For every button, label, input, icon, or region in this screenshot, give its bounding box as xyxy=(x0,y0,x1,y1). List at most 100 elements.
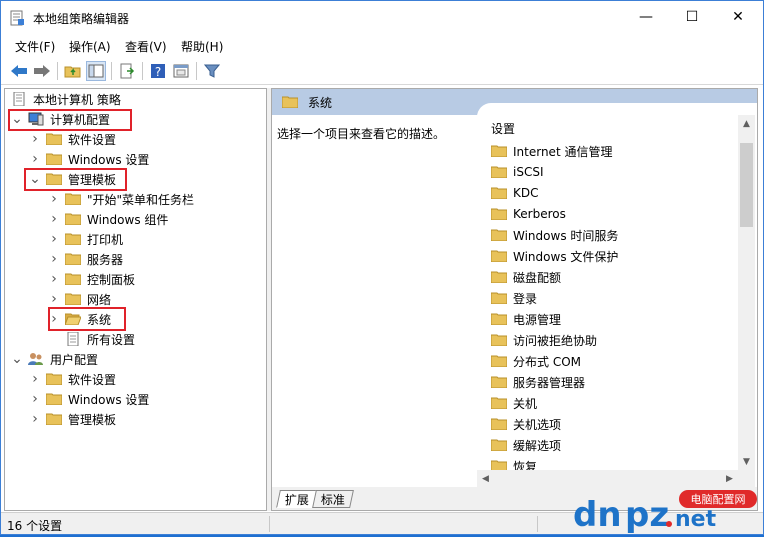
column-header-settings[interactable]: 设置 xyxy=(491,120,515,137)
list-item-label: Internet 通信管理 xyxy=(513,144,613,159)
folder-icon xyxy=(65,213,87,225)
folder-icon xyxy=(65,233,87,245)
tree-item[interactable]: › 打印机 xyxy=(48,229,123,249)
tree-item[interactable]: ›所有设置 xyxy=(48,329,135,349)
console-tree[interactable]: 本地计算机 策略 ⌄ 计算机配置 › 软件设置 › Windows 设置 ⌄ 管理模板 › "开始… xyxy=(4,88,267,511)
tree-item[interactable]: › 软件设置 xyxy=(29,129,116,149)
tree-item-label: 软件设置 xyxy=(68,372,117,387)
scroll-left-icon[interactable]: ◀ xyxy=(477,470,494,487)
highlight-box-admin-templates xyxy=(24,168,127,191)
folder-icon xyxy=(491,208,513,220)
chevron-right-icon[interactable]: › xyxy=(29,151,41,167)
chevron-right-icon[interactable]: › xyxy=(48,251,60,267)
tree-item[interactable]: › 管理模板 xyxy=(29,409,116,429)
tree-item-label: Windows 设置 xyxy=(68,152,150,167)
folder-icon xyxy=(491,376,513,388)
tab-standard[interactable]: 标准 xyxy=(312,490,354,508)
list-item[interactable]: 关机 xyxy=(491,393,537,413)
chevron-right-icon[interactable]: › xyxy=(48,291,60,307)
menu-action[interactable]: 操作(A) xyxy=(69,38,111,55)
scroll-up-icon[interactable]: ▲ xyxy=(738,115,755,132)
folder-icon xyxy=(491,271,513,283)
tree-item[interactable]: › "开始"菜单和任务栏 xyxy=(48,189,194,209)
settings-list[interactable]: 设置 Internet 通信管理 iSCSI KDC Kerberos Windows … xyxy=(477,103,757,474)
site-watermark: dn pz net 电脑配置网 xyxy=(567,488,763,535)
folder-up-icon xyxy=(64,66,81,78)
help-icon: ? xyxy=(151,64,165,79)
help-button[interactable]: ? xyxy=(148,61,168,81)
menu-view[interactable]: 查看(V) xyxy=(125,38,167,55)
list-item[interactable]: iSCSI xyxy=(491,162,544,182)
list-item-label: 分布式 COM xyxy=(513,354,581,369)
tree-item[interactable]: › Windows 设置 xyxy=(29,149,149,169)
chevron-right-icon[interactable]: › xyxy=(48,211,60,227)
list-item[interactable]: 访问被拒绝协助 xyxy=(491,330,597,350)
scroll-thumb[interactable] xyxy=(740,143,753,227)
list-item[interactable]: 电源管理 xyxy=(491,309,561,329)
tree-item[interactable]: › 控制面板 xyxy=(48,269,135,289)
tree-item[interactable]: › Windows 设置 xyxy=(29,389,149,409)
details-title: 系统 xyxy=(308,95,333,110)
window: 本地组策略编辑器 — ☐ ✕ 文件(F) 操作(A) 查看(V) 帮助(H) ? xyxy=(0,0,764,535)
maximize-button[interactable]: ☐ xyxy=(669,1,715,33)
list-item[interactable]: 分布式 COM xyxy=(491,351,581,371)
list-item-label: 登录 xyxy=(513,291,538,306)
properties-icon xyxy=(173,64,189,78)
scroll-down-icon[interactable]: ▼ xyxy=(738,453,755,470)
chevron-down-icon[interactable]: ⌄ xyxy=(11,351,23,367)
list-item[interactable]: 磁盘配额 xyxy=(491,267,561,287)
back-button[interactable] xyxy=(9,61,29,81)
menu-help[interactable]: 帮助(H) xyxy=(181,38,223,55)
chevron-right-icon[interactable]: › xyxy=(29,131,41,147)
list-item[interactable]: 登录 xyxy=(491,288,537,308)
svg-text:net: net xyxy=(675,507,717,532)
list-item[interactable]: Internet 通信管理 xyxy=(491,141,612,161)
list-item[interactable]: KDC xyxy=(491,183,539,203)
tree-item[interactable]: ⌄ 用户配置 xyxy=(11,349,98,369)
svg-text:pz: pz xyxy=(625,495,669,534)
tree-item-label: 打印机 xyxy=(87,232,124,247)
folder-icon xyxy=(65,273,87,285)
tree-item-label: 网络 xyxy=(87,292,112,307)
policy-editor-icon xyxy=(10,10,24,26)
folder-icon xyxy=(491,187,513,199)
chevron-right-icon[interactable]: › xyxy=(48,191,60,207)
list-item[interactable]: Windows 时间服务 xyxy=(491,225,618,245)
chevron-right-icon[interactable]: › xyxy=(48,231,60,247)
tree-root[interactable]: 本地计算机 策略 xyxy=(11,89,121,109)
chevron-right-icon[interactable]: › xyxy=(29,391,41,407)
chevron-right-icon[interactable]: › xyxy=(29,371,41,387)
properties-button[interactable] xyxy=(171,61,191,81)
filter-button[interactable] xyxy=(202,61,222,81)
list-item[interactable]: 服务器管理器 xyxy=(491,372,585,392)
title-bar[interactable]: 本地组策略编辑器 — ☐ ✕ xyxy=(1,1,763,35)
chevron-right-icon[interactable]: › xyxy=(48,271,60,287)
scroll-right-icon[interactable]: ▶ xyxy=(721,470,738,487)
folder-icon xyxy=(491,355,513,367)
forward-button[interactable] xyxy=(32,61,52,81)
folder-icon xyxy=(65,253,87,265)
export-list-button[interactable] xyxy=(117,61,137,81)
chevron-right-icon[interactable]: › xyxy=(29,411,41,427)
up-level-button[interactable] xyxy=(63,61,83,81)
list-item[interactable]: 缓解选项 xyxy=(491,435,561,455)
tree-item[interactable]: › 网络 xyxy=(48,289,111,309)
list-item[interactable]: Windows 文件保护 xyxy=(491,246,618,266)
folder-icon xyxy=(491,229,513,241)
list-item-label: iSCSI xyxy=(513,165,544,179)
tree-item[interactable]: › 软件设置 xyxy=(29,369,116,389)
minimize-button[interactable]: — xyxy=(623,1,669,33)
show-tree-button[interactable] xyxy=(86,61,106,81)
folder-icon xyxy=(491,292,513,304)
tree-item-label: Windows 组件 xyxy=(87,212,169,227)
close-button[interactable]: ✕ xyxy=(715,1,761,33)
vertical-scrollbar[interactable]: ▲ ▼ xyxy=(738,115,755,470)
menu-file[interactable]: 文件(F) xyxy=(15,38,55,55)
folder-icon xyxy=(491,397,513,409)
list-item-label: KDC xyxy=(513,186,539,200)
list-item[interactable]: Kerberos xyxy=(491,204,566,224)
horizontal-scrollbar[interactable]: ◀ ▶ xyxy=(477,470,738,487)
tree-item[interactable]: › Windows 组件 xyxy=(48,209,168,229)
list-item[interactable]: 关机选项 xyxy=(491,414,561,434)
tree-item[interactable]: › 服务器 xyxy=(48,249,123,269)
